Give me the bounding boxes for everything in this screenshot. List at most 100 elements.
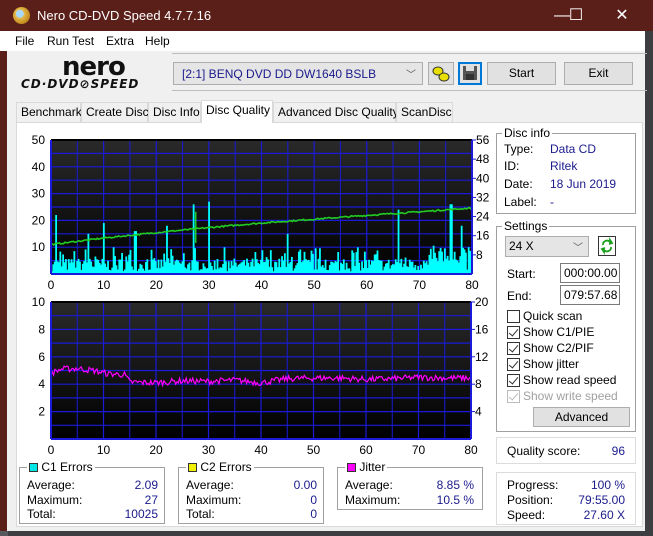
disc-type-label: Type: [504,142,534,156]
tab-create-disc[interactable]: Create Disc [81,102,149,122]
x-tick-label: 40 [254,443,268,457]
start-label: Start: [507,267,536,281]
quality-score-value: 96 [611,444,625,458]
y-right-tick-label: 12 [475,350,489,364]
speed-select[interactable]: 24 X ﹀ [505,236,589,257]
speed-label: Speed: [507,508,546,522]
y-right-tick-label: 32 [476,190,490,204]
y-right-tick-label: 16 [476,229,490,243]
progress-box: Progress: 100 % Position: 79:55.00 Speed… [496,472,636,525]
x-tick-label: 0 [48,443,55,457]
speed-value: 27.60 X [583,508,625,522]
show-write-speed-checkbox [507,390,520,403]
c1-total-label: Total: [27,507,56,521]
disc-id-label: ID: [504,159,520,173]
y-left-tick-label: 50 [32,133,46,147]
x-tick-label: 10 [97,443,111,457]
y-left-tick-label: 10 [32,295,46,309]
close-button[interactable]: ✕ [599,0,645,31]
c1-errors-title: C1 Errors [41,460,93,474]
jitter-color-swatch [347,463,356,472]
menu-file[interactable]: File [15,34,34,48]
start-time-input[interactable]: 000:00.00 [560,263,620,283]
jitter-maximum-label: Maximum: [345,493,401,507]
title-bar: Nero CD-DVD Speed 4.7.7.16 — ☐ ✕ [0,0,653,31]
tab-advanced-disc-quality[interactable]: Advanced Disc Quality [273,102,399,122]
show-c1-pie-label: Show C1/PIE [523,325,595,339]
exit-button[interactable]: Exit [564,62,633,85]
show-c2-pif-checkbox[interactable] [507,342,520,355]
settings-title: Settings [502,219,550,233]
toolbar-separator-bottom [172,90,647,91]
y-right-tick-label: 48 [476,152,490,166]
tab-benchmark[interactable]: Benchmark [16,102,82,122]
y-left-tick-label: 8 [38,322,45,336]
y-right-tick-label: 20 [475,295,489,309]
tab-disc-info[interactable]: Disc Info [148,102,201,122]
quick-scan-label: Quick scan [523,309,583,323]
c1-error-bar [121,252,123,274]
disc-label-value: - [550,195,554,209]
y-right-tick-label: 40 [476,171,490,185]
app-window: Nero CD-DVD Speed 4.7.7.16 — ☐ ✕ File Ru… [0,0,653,536]
c2-errors-title: C2 Errors [200,460,252,474]
refresh-icon [600,237,614,255]
y-left-tick-label: 20 [32,213,46,227]
end-time-input[interactable]: 079:57.68 [560,285,620,305]
disc-info-title: Disc info [502,126,553,140]
quality-score-label: Quality score: [507,444,581,458]
disc-id-value: Ritek [550,159,578,173]
c2-maximum-value: 0 [310,493,317,507]
quality-score-box: Quality score: 96 [496,437,636,464]
c1-color-swatch [29,463,38,472]
progress-label: Progress: [507,478,559,492]
window-title: Nero CD-DVD Speed 4.7.7.16 [37,8,212,23]
c1-average-value: 2.09 [134,478,158,492]
jitter-maximum-value: 10.5 % [436,493,474,507]
y-left-tick-label: 30 [32,187,46,201]
menu-help[interactable]: Help [145,34,170,48]
y-left-tick-label: 4 [38,377,45,391]
logo-cddvdspeed-text: CD·DVD⊘SPEED [21,77,140,91]
c2-maximum-label: Maximum: [186,493,242,507]
show-c1-pie-checkbox[interactable] [507,326,520,339]
drive-select[interactable]: [2:1] BENQ DVD DD DW1640 BSLB ﹀ [173,62,423,85]
tab-disc-quality[interactable]: Disc Quality [201,100,273,123]
jitter-group: Jitter Average: 8.85 % Maximum: 10.5 % [337,460,483,510]
menu-extra[interactable]: Extra [106,34,134,48]
nero-logo: nero CD·DVD⊘SPEED [18,52,174,94]
tab-scandisc[interactable]: ScanDisc [396,102,453,122]
c1-maximum-label: Maximum: [27,493,83,507]
disc-label-label: Label: [504,195,537,209]
c2-average-value: 0.00 [293,478,317,492]
y-right-tick-label: 4 [475,405,482,419]
client-area: nero CD·DVD⊘SPEED [2:1] BENQ DVD DD DW16… [0,51,647,531]
y-right-tick-label: 24 [476,210,490,224]
save-button[interactable] [458,62,482,85]
nero-app-icon [13,7,30,24]
y-left-tick-label: 6 [38,350,45,364]
disc-date-value: 18 Jun 2019 [550,177,617,191]
jitter-average-label: Average: [345,478,393,492]
x-tick-label: 70 [412,443,426,457]
chevron-down-icon: ﹀ [406,70,416,81]
end-label: End: [507,289,532,303]
advanced-button[interactable]: Advanced [533,407,630,427]
y-right-tick-label: 8 [476,248,483,262]
refresh-speed-button[interactable] [598,236,616,256]
c1-speed-chart: 0 10 20 30 40 50 60 70 8010203040508162432404856 [32,133,490,292]
show-jitter-checkbox[interactable] [507,358,520,371]
c1-total-value: 10025 [124,507,158,521]
position-value: 79:55.00 [578,493,625,507]
start-button[interactable]: Start [487,62,556,85]
show-read-speed-checkbox[interactable] [507,374,520,387]
x-tick-label: 80 [464,443,478,457]
x-tick-label: 30 [202,443,216,457]
toolbar-separator-top [172,53,647,54]
drive-config-button[interactable] [428,62,454,85]
c1-error-bar [135,231,138,274]
menu-run-test[interactable]: Run Test [47,34,94,48]
maximize-button[interactable]: ☐ [553,0,599,31]
x-tick-label: 60 [359,443,373,457]
quick-scan-checkbox[interactable] [507,310,520,323]
